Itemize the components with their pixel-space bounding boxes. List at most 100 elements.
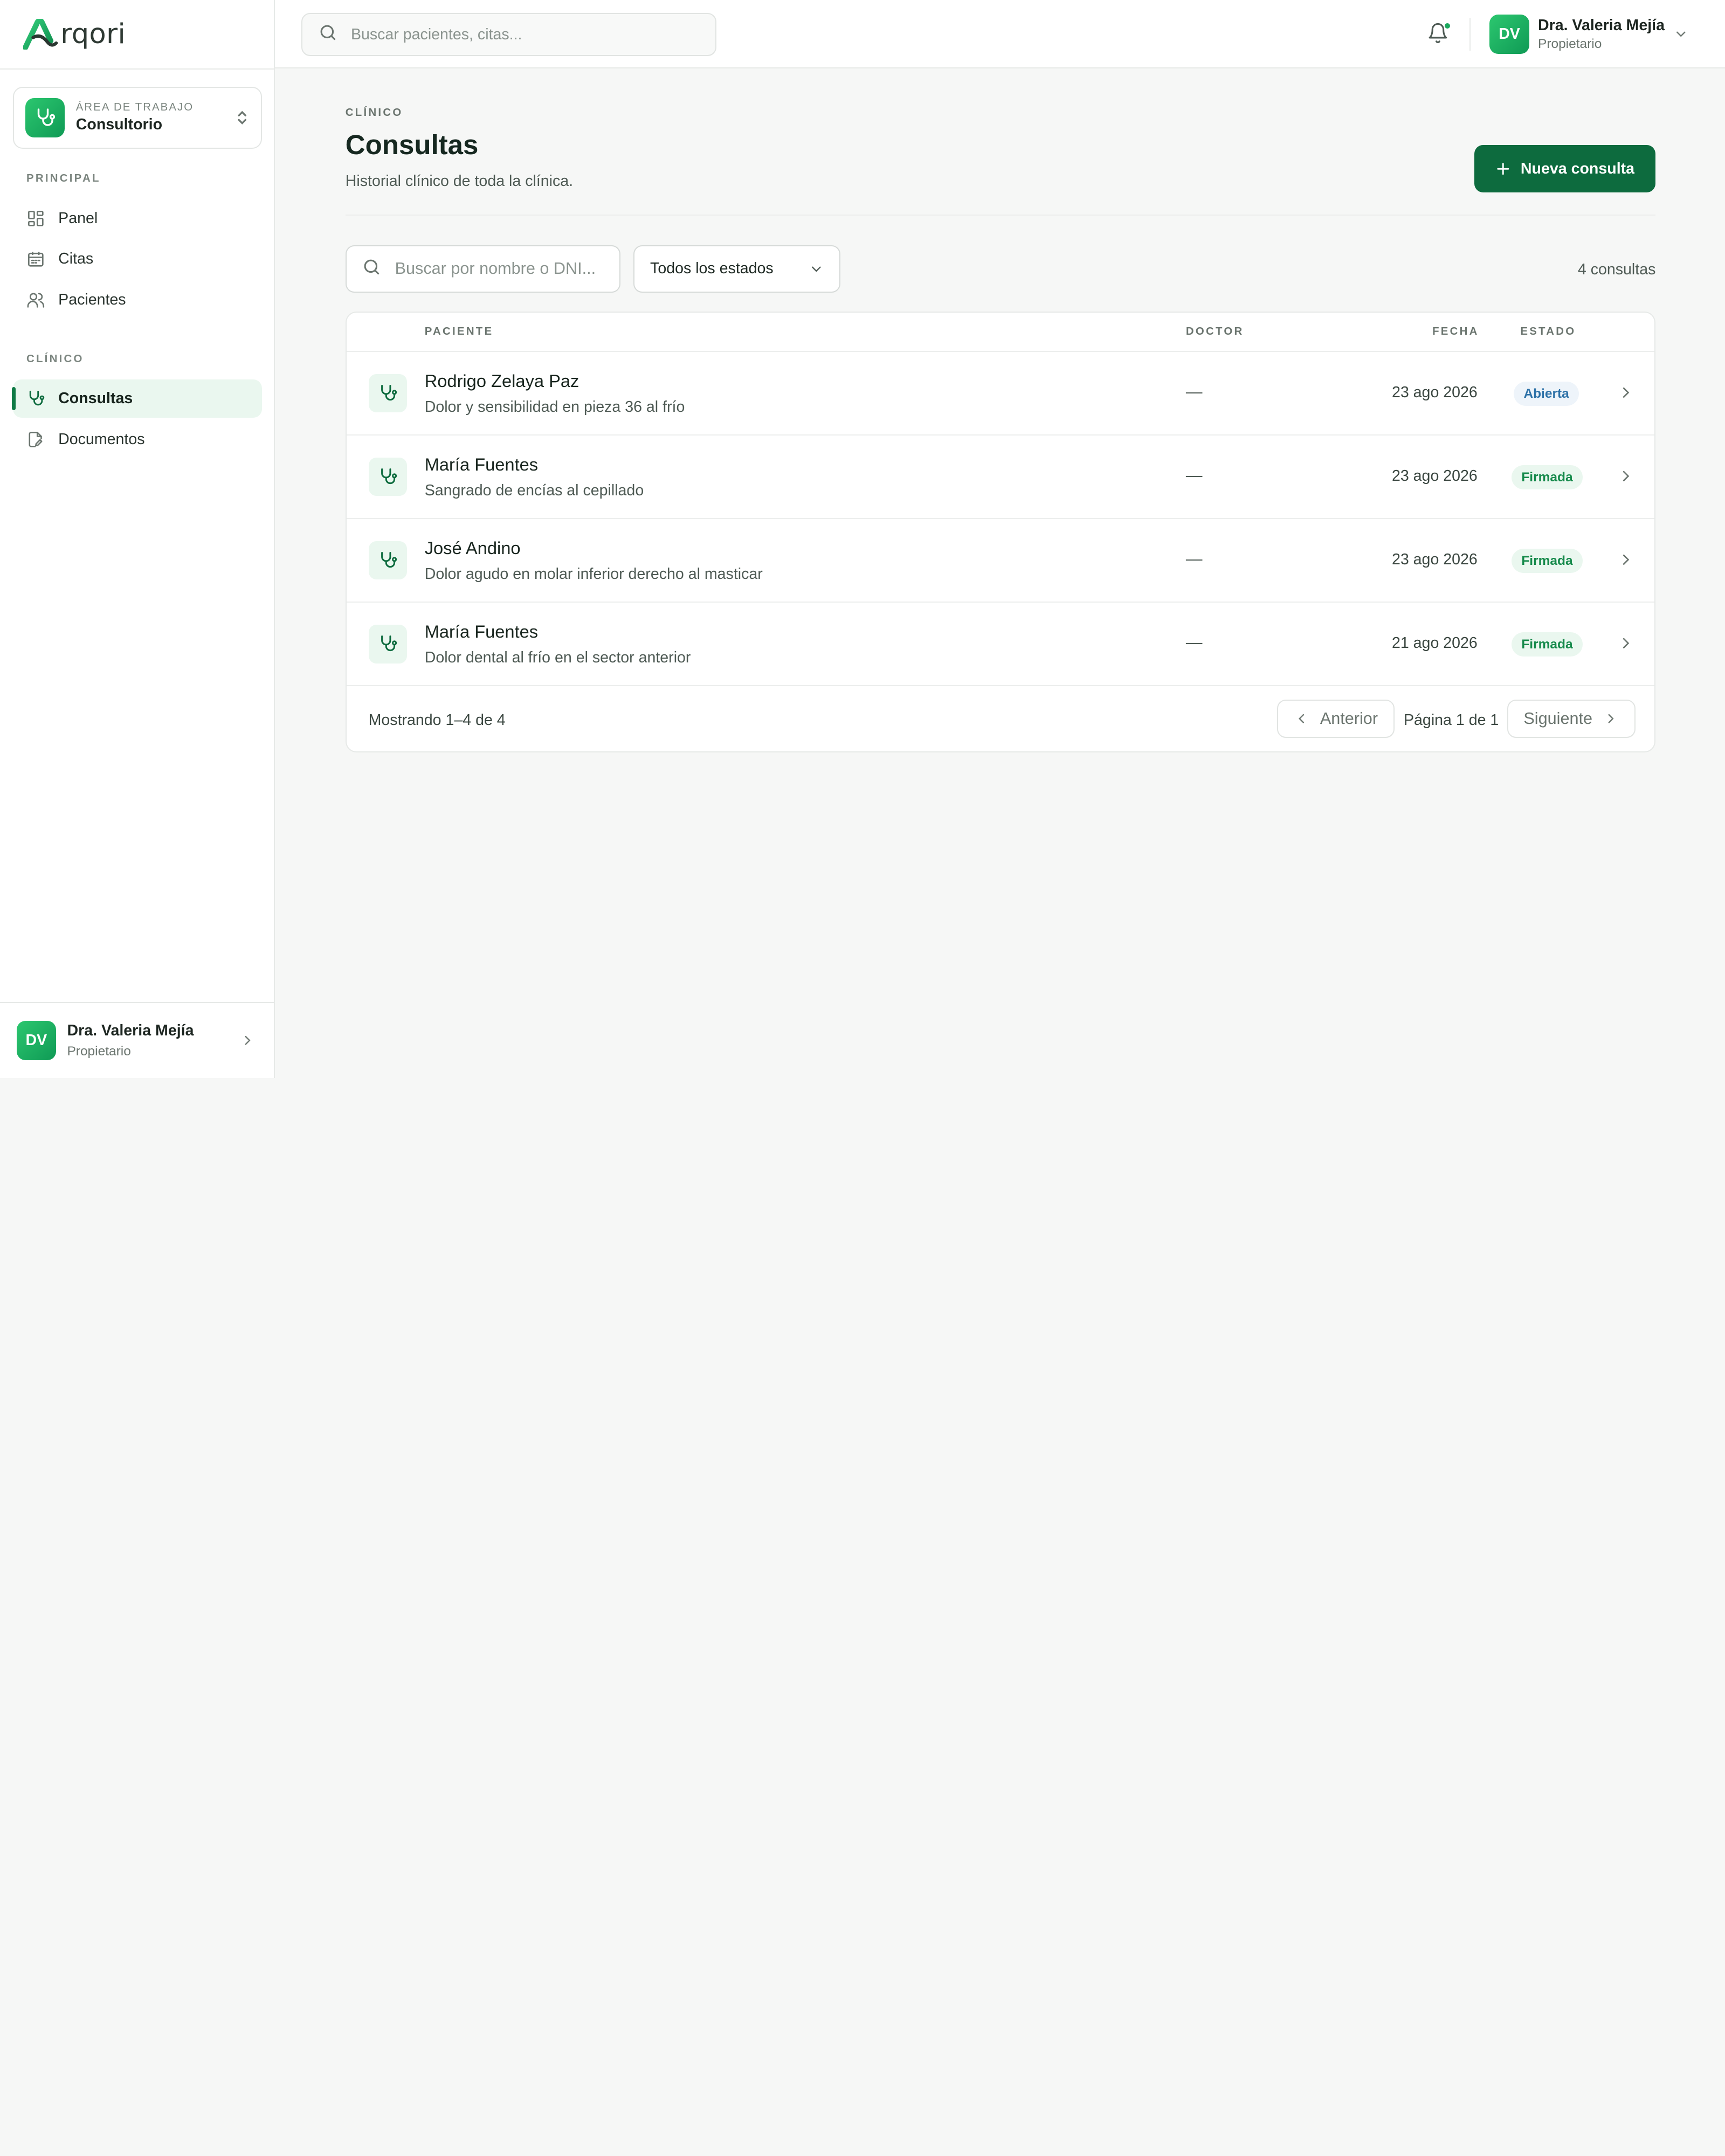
previous-page-label: Anterior — [1320, 709, 1378, 728]
pagination-summary: Mostrando 1–4 de 4 — [368, 711, 506, 729]
column-header-date: FECHA — [1432, 326, 1479, 338]
page-subtitle: Historial clínico de toda la clínica. — [345, 172, 574, 190]
plus-icon — [1497, 163, 1509, 175]
notifications-button[interactable] — [1427, 22, 1451, 46]
consultation-date: 21 ago 2026 — [1391, 634, 1478, 652]
avatar: DV — [1489, 14, 1529, 54]
chevron-right-icon — [1608, 714, 1614, 723]
sidebar-user-card[interactable]: DV Dra. Valeria Mejía Propietario — [0, 1002, 275, 1078]
notification-dot — [1443, 22, 1451, 30]
patient-name: María Fuentes — [424, 454, 539, 474]
chevron-right-icon — [1623, 471, 1630, 482]
patient-name: José Andino — [424, 537, 521, 558]
nav-section-clinico: CLÍNICO — [26, 353, 84, 365]
table-row[interactable]: María Fuentes Sangrado de encías al cepi… — [346, 436, 1655, 520]
calendar-icon — [26, 250, 45, 268]
patient-name: Rodrigo Zelaya Paz — [424, 370, 579, 391]
global-search — [301, 13, 716, 57]
chevron-right-icon — [238, 1031, 258, 1051]
column-header-status: ESTADO — [1520, 326, 1576, 338]
user-menu[interactable]: DV Dra. Valeria Mejía Propietario — [1489, 14, 1691, 54]
column-header-patient: PACIENTE — [424, 326, 494, 338]
patient-search-input[interactable] — [395, 259, 615, 279]
table-row[interactable]: María Fuentes Dolor dental al frío en el… — [346, 603, 1655, 687]
next-page-label: Siguiente — [1523, 709, 1593, 728]
chevron-down-icon — [811, 266, 821, 272]
page-indicator: Página 1 de 1 — [1404, 711, 1499, 729]
consultation-date: 23 ago 2026 — [1391, 467, 1478, 485]
topbar-separator — [1469, 17, 1471, 51]
status-filter-value: Todos los estados — [650, 260, 774, 278]
stethoscope-icon — [26, 389, 45, 408]
user-text: Dra. Valeria Mejía Propietario — [67, 1022, 237, 1059]
new-consultation-button[interactable]: Nueva consulta — [1474, 145, 1656, 193]
nav-section-principal: PRINCIPAL — [26, 172, 101, 185]
avatar: DV — [16, 1020, 57, 1061]
new-consultation-label: Nueva consulta — [1520, 160, 1635, 177]
patient-name: María Fuentes — [424, 621, 539, 641]
global-search-input[interactable] — [350, 25, 681, 44]
consultation-reason: Dolor agudo en molar inferior derecho al… — [424, 565, 763, 583]
table-footer: Mostrando 1–4 de 4 Anterior Página 1 de … — [347, 686, 1655, 751]
chevron-updown-icon — [234, 108, 250, 128]
sidebar-item-citas[interactable]: Citas — [13, 240, 261, 278]
app: rqori ÁREA DE TRABAJO Consultorio PRINCI… — [0, 0, 1725, 1078]
brand-logo[interactable]: rqori — [23, 18, 126, 51]
user-text: Dra. Valeria Mejía Propietario — [1538, 17, 1665, 52]
logo-mark-icon — [23, 18, 58, 50]
status-badge: Firmada — [1512, 549, 1583, 573]
status-badge: Firmada — [1512, 465, 1583, 490]
search-icon — [318, 23, 338, 47]
consultation-reason: Sangrado de encías al cepillado — [424, 481, 644, 499]
workspace-text: ÁREA DE TRABAJO Consultorio — [76, 101, 234, 134]
search-icon — [362, 257, 382, 281]
sidebar-divider — [0, 68, 275, 70]
page-title: Consultas — [345, 129, 479, 160]
sidebar: rqori ÁREA DE TRABAJO Consultorio PRINCI… — [0, 0, 275, 1078]
consultations-table: PACIENTE DOCTOR FECHA ESTADO Rodrigo Zel… — [345, 311, 1656, 752]
users-icon — [26, 291, 45, 309]
workspace-label: ÁREA DE TRABAJO — [75, 101, 194, 114]
topbar: DV Dra. Valeria Mejía Propietario — [275, 0, 1725, 68]
status-badge: Abierta — [1514, 382, 1579, 406]
sidebar-item-consultas[interactable]: Consultas — [12, 379, 262, 418]
chevron-right-icon — [1623, 638, 1630, 649]
consultation-date: 23 ago 2026 — [1391, 551, 1478, 569]
chevron-right-icon — [1623, 387, 1630, 398]
user-name: Dra. Valeria Mejía — [67, 1021, 194, 1039]
stethoscope-icon — [368, 457, 408, 496]
stethoscope-icon — [368, 541, 408, 580]
table-row[interactable]: José Andino Dolor agudo en molar inferio… — [346, 519, 1655, 603]
page-eyebrow: CLÍNICO — [345, 106, 403, 119]
user-name: Dra. Valeria Mejía — [1538, 16, 1665, 34]
status-filter-select[interactable]: Todos los estados — [633, 245, 841, 293]
table-row[interactable]: Rodrigo Zelaya Paz Dolor y sensibilidad … — [346, 352, 1655, 436]
doctor-name: — — [1185, 466, 1203, 485]
previous-page-button[interactable]: Anterior — [1277, 699, 1395, 738]
sidebar-item-label: Citas — [58, 250, 94, 268]
workspace-switcher[interactable]: ÁREA DE TRABAJO Consultorio — [13, 87, 262, 149]
consultation-reason: Dolor y sensibilidad en pieza 36 al frío — [424, 398, 685, 416]
doctor-name: — — [1185, 633, 1203, 652]
sidebar-item-label: Pacientes — [58, 291, 126, 308]
sidebar-item-label: Documentos — [58, 430, 145, 448]
user-role: Propietario — [67, 1044, 131, 1059]
sidebar-item-pacientes[interactable]: Pacientes — [13, 280, 261, 319]
sidebar-item-documentos[interactable]: Documentos — [13, 420, 261, 459]
consultation-reason: Dolor dental al frío en el sector anteri… — [424, 649, 691, 666]
consultation-date: 23 ago 2026 — [1391, 384, 1478, 402]
stethoscope-icon — [368, 374, 408, 413]
stethoscope-icon — [25, 98, 65, 138]
header-divider — [345, 214, 1656, 216]
doctor-name: — — [1185, 550, 1203, 569]
sidebar-item-panel[interactable]: Panel — [13, 199, 261, 237]
patient-search — [345, 245, 620, 293]
doctor-name: — — [1185, 383, 1203, 402]
sidebar-item-label: Consultas — [58, 390, 133, 407]
column-header-doctor: DOCTOR — [1185, 326, 1244, 338]
next-page-button[interactable]: Siguiente — [1507, 699, 1636, 738]
status-badge: Firmada — [1512, 632, 1583, 657]
result-count: 4 consultas — [1577, 260, 1656, 278]
workspace-name: Consultorio — [75, 116, 163, 134]
brand-name: rqori — [60, 18, 126, 50]
